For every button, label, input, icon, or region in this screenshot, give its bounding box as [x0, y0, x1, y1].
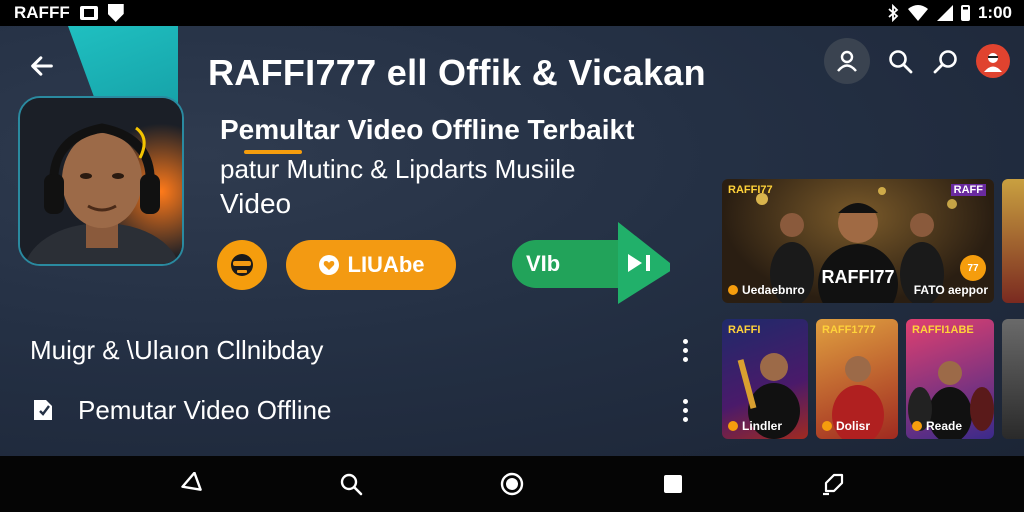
- wifi-icon: [907, 5, 928, 21]
- heart-circle-icon: [318, 255, 339, 275]
- more-options-icon[interactable]: [670, 395, 700, 425]
- featured-video-thumbnail[interactable]: RAFFI77 RAFF RAFFI77 77 Uedaebnro FATO a…: [722, 179, 994, 303]
- triangle-back-icon: [181, 472, 203, 491]
- search-icon: [340, 473, 363, 496]
- nav-rotate-button[interactable]: [814, 464, 854, 504]
- mascot-button[interactable]: [217, 240, 267, 290]
- thumbnail-badge: 77: [960, 255, 986, 281]
- avatar-icon: [984, 53, 1002, 72]
- notification-icon: [79, 6, 98, 20]
- channel-avatar-image[interactable]: [18, 96, 184, 266]
- status-app-text: RAFFF: [14, 3, 70, 22]
- back-button[interactable]: [22, 46, 62, 86]
- rotate-icon: [822, 473, 843, 496]
- page-subtitle: Pemultar Video Offline Terbaikt: [220, 114, 635, 145]
- account-avatar[interactable]: [976, 44, 1010, 78]
- status-left: RAFFF: [14, 3, 124, 23]
- nav-back-button[interactable]: [170, 464, 210, 504]
- shield-icon: [107, 4, 124, 22]
- nav-home-button[interactable]: [492, 464, 532, 504]
- square-recents-icon: [663, 475, 682, 493]
- search-icon: [889, 50, 913, 74]
- document-edit-icon: [34, 400, 52, 420]
- list-item-content: Pemutar Video Offline: [30, 395, 331, 426]
- thumbnail-caption: Dolisr: [822, 419, 870, 433]
- thumbnail-brand: RAFFI: [728, 324, 761, 336]
- list-item-label: Muigr & \Ulaıon Cllnibday: [30, 334, 324, 365]
- thumbnail-corner-badge: RAFF: [950, 184, 986, 196]
- thumbnail-caption: Reade: [912, 419, 962, 433]
- description-line-1: patur Mutinc & Lipdarts Musiile: [220, 154, 576, 184]
- home-circle-icon: [500, 472, 524, 496]
- user-icon: [837, 50, 857, 72]
- list-item[interactable]: Muigr & \Ulaıon Cllnibday: [30, 330, 700, 370]
- search-button[interactable]: [884, 38, 916, 84]
- list-item[interactable]: Pemutar Video Offline: [30, 390, 700, 430]
- person-with-headphones-image: [20, 98, 182, 264]
- page-title: RAFFI777 ell Offik & Vicakan: [208, 52, 706, 93]
- thumbnail-caption: Lindler: [728, 419, 782, 433]
- mascot-icon: [231, 254, 253, 276]
- description-line-2: Video: [220, 188, 292, 219]
- chat-search-button[interactable]: [930, 38, 962, 84]
- signal-icon: [936, 5, 953, 21]
- battery-icon: [960, 5, 970, 21]
- thumbnail-brand: RAFFI1ABE: [912, 324, 974, 336]
- chat-search-icon: [933, 50, 957, 74]
- orange-action-button[interactable]: LIUAbe: [286, 240, 456, 290]
- more-options-icon[interactable]: [670, 335, 700, 365]
- profile-button[interactable]: [824, 38, 870, 84]
- system-nav-bar: [0, 456, 1024, 512]
- green-action-label: VIb: [526, 251, 561, 276]
- status-bar: RAFFF 1:00: [0, 0, 1024, 26]
- bluetooth-icon: [888, 4, 899, 22]
- video-thumbnail[interactable]: RAFFI Lindler: [722, 319, 808, 439]
- thumbnail-caption-left: Uedaebnro: [728, 283, 805, 297]
- next-video-thumbnail[interactable]: [1002, 319, 1024, 439]
- next-video-thumbnail[interactable]: [1002, 179, 1024, 303]
- play-icon: [626, 252, 654, 274]
- thumbnail-caption-right: FATO aeppor: [913, 283, 988, 297]
- status-right: 1:00: [887, 3, 1012, 23]
- arrow-left-icon: [31, 56, 53, 76]
- header-actions: [824, 38, 1010, 84]
- list-item-label: Pemutar Video Offline: [78, 394, 332, 425]
- app-screen: RAFFI777 ell Offik & Vicakan Pemultar Vi…: [0, 26, 1024, 456]
- thumbnail-brand: RAFF1777: [822, 324, 876, 336]
- status-time: 1:00: [977, 3, 1012, 22]
- video-thumbnail[interactable]: RAFFI1ABE Reade: [906, 319, 994, 439]
- nav-search-button[interactable]: [331, 464, 371, 504]
- video-thumbnail[interactable]: RAFF1777 Dolisr: [816, 319, 898, 439]
- thumbnail-brand: RAFFI77: [728, 184, 773, 196]
- nav-recents-button[interactable]: [653, 464, 693, 504]
- orange-action-label: LIUAbe: [347, 252, 425, 277]
